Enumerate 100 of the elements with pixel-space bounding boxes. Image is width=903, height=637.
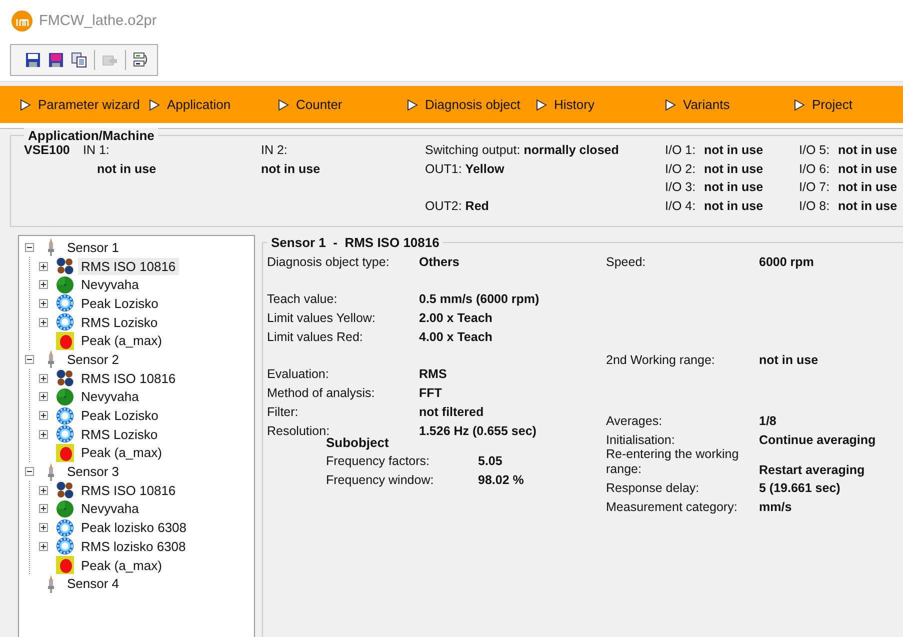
field-label: I/O 2: <box>665 162 697 178</box>
field-label: Switching output: <box>425 143 520 157</box>
sensor-icon <box>46 238 56 256</box>
disc-icon <box>56 500 74 518</box>
tree-item[interactable]: Peak (a_max) <box>78 332 165 350</box>
field-value: 2.00 x Teach <box>419 311 494 326</box>
field-label: Speed: <box>606 254 647 269</box>
tree-item[interactable]: Peak Lozisko <box>78 294 162 312</box>
field-label: Evaluation: <box>267 367 330 382</box>
field-label: I/O 5: <box>799 143 831 159</box>
expand-icon[interactable] <box>39 504 48 514</box>
field-value: not in use <box>838 143 898 159</box>
field-value: mm/s <box>759 500 793 514</box>
expand-icon[interactable] <box>39 411 48 420</box>
expand-icon[interactable] <box>39 542 48 551</box>
tree-item[interactable]: Peak lozisko 6308 <box>78 519 190 536</box>
tree-item[interactable]: Nevyvaha <box>78 276 142 294</box>
tree-item[interactable]: Peak Lozisko <box>78 407 162 424</box>
bearing-icon <box>56 425 74 444</box>
tree-item[interactable]: RMS Lozisko <box>78 314 161 331</box>
triangle-icon <box>665 98 676 110</box>
triangle-icon <box>20 98 31 110</box>
section-title: Sensor 1 - RMS ISO 10816 <box>267 235 444 250</box>
tree-item[interactable]: Nevyvaha <box>78 388 142 406</box>
nav-link[interactable]: Variants <box>665 97 794 112</box>
disc-icon <box>56 276 74 294</box>
field-label: OUT1: <box>425 162 462 176</box>
expand-icon[interactable] <box>39 523 48 532</box>
field-value: 6000 rpm <box>759 254 815 269</box>
field-label: Frequency window: <box>326 472 435 487</box>
expand-icon[interactable] <box>39 318 48 327</box>
field-value: not in use <box>704 143 764 159</box>
logo-icon <box>11 10 33 32</box>
expand-icon[interactable] <box>39 262 48 271</box>
tree-item[interactable]: Peak (a_max) <box>78 444 165 462</box>
nav-link[interactable]: History <box>536 97 665 112</box>
field-label: Teach value: <box>267 292 338 306</box>
field-value: 4.00 x Teach <box>419 330 494 344</box>
field-value: 5 (19.661 sec) <box>759 481 842 496</box>
nav-link[interactable]: Diagnosis object <box>407 97 536 112</box>
field-label: I/O 7: <box>799 180 831 196</box>
nav-link[interactable]: Application <box>149 97 278 112</box>
expand-icon[interactable] <box>39 280 48 290</box>
nav-link[interactable]: Parameter wizard <box>20 97 149 112</box>
dots-icon <box>56 481 74 500</box>
field-value: Red <box>465 199 489 214</box>
tree-item[interactable]: Nevyvaha <box>78 500 142 518</box>
collapse-icon[interactable] <box>25 242 34 252</box>
field-label: Method of analysis: <box>267 386 376 400</box>
tree-item[interactable]: RMS ISO 10816 <box>78 370 179 387</box>
save-as-icon[interactable] <box>48 52 64 68</box>
field-value: Others <box>419 254 460 269</box>
tree-item[interactable]: Peak (a_max) <box>78 556 165 574</box>
window-title: FMCW_lathe.o2pr <box>39 13 157 29</box>
expand-icon[interactable] <box>39 392 48 402</box>
expand-icon[interactable] <box>39 298 48 308</box>
tree-item[interactable]: Sensor 4 <box>64 575 122 592</box>
tree-item[interactable]: RMS Lozisko <box>78 426 161 443</box>
expand-icon[interactable] <box>39 430 48 439</box>
field-label: Response delay: <box>606 481 700 496</box>
triangle-icon <box>278 98 289 110</box>
expand-icon[interactable] <box>39 374 48 383</box>
field-label: Diagnosis object type: <box>267 254 390 269</box>
bearing-icon <box>56 294 74 312</box>
tree-item[interactable]: RMS ISO 10816 <box>78 258 179 275</box>
nav-link[interactable]: Project <box>794 97 903 112</box>
subsection-title: Subobject <box>326 434 389 450</box>
field-label: IN 1: <box>83 143 110 159</box>
field-label: I/O 3: <box>665 180 697 196</box>
tree-item[interactable]: RMS lozisko 6308 <box>78 538 189 555</box>
sensor-icon <box>46 574 56 593</box>
field-value: RMS <box>419 367 448 382</box>
nav-link[interactable]: Counter <box>278 97 407 112</box>
expand-icon[interactable] <box>39 486 48 495</box>
tree-item[interactable]: Sensor 3 <box>64 463 122 480</box>
field-value: not in use <box>704 180 764 196</box>
tree-item[interactable]: Sensor 2 <box>64 350 122 368</box>
copy-icon[interactable] <box>71 52 87 68</box>
field-label: Frequency factors: <box>326 454 431 468</box>
field-value: Continue averaging <box>759 432 876 447</box>
field-label: I/O 1: <box>665 143 697 159</box>
sensor-icon <box>46 462 56 481</box>
device-name: VSE100 <box>24 143 71 159</box>
sensor-icon <box>46 350 56 368</box>
field-value: not in use <box>96 162 158 178</box>
field-value: 1/8 <box>759 414 778 428</box>
field-label: Re-entering the working range: <box>606 446 740 477</box>
bearing-icon <box>56 313 74 332</box>
field-value: not in use <box>838 162 898 178</box>
field-value: 98.02 % <box>478 472 525 487</box>
field-label: IN 2: <box>261 143 288 159</box>
transfer-icon[interactable] <box>133 52 149 68</box>
field-value: not in use <box>838 199 898 216</box>
collapse-icon[interactable] <box>25 354 34 364</box>
tree-item[interactable]: RMS ISO 10816 <box>78 482 179 499</box>
field-label: Measurement category: <box>606 500 738 514</box>
collapse-icon[interactable] <box>25 467 34 476</box>
field-label: Limit values Red: <box>267 330 364 344</box>
save-icon[interactable] <box>25 52 41 68</box>
tree-item[interactable]: Sensor 1 <box>64 238 122 256</box>
